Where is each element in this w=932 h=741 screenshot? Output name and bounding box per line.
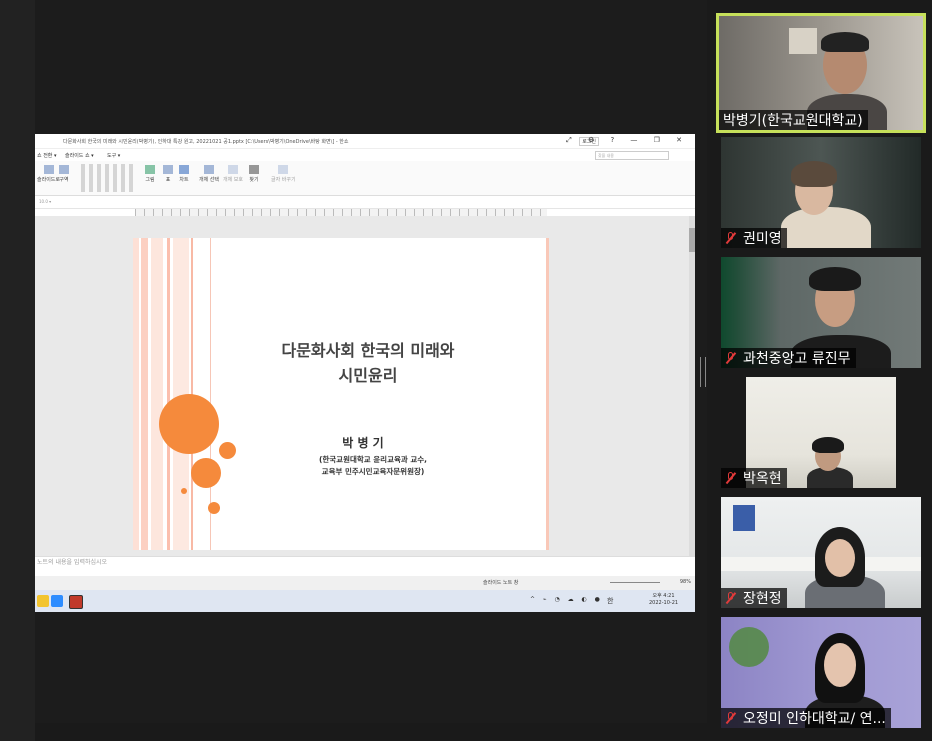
- table-icon: [163, 165, 173, 174]
- section-icon: [59, 165, 69, 174]
- decor-circle: [219, 442, 236, 459]
- plant: [729, 627, 769, 667]
- ribbon-table-button[interactable]: 표: [163, 165, 173, 183]
- title-bar: 다문화사회 한국의 미래와 시민윤리(박병기), 인하대 특강 원고, 2022…: [35, 134, 695, 149]
- ribbon: 슬라이드로 구역 그림 표 차트 개체 선택 개체 보호 찾기 글자 바꾸기: [35, 161, 695, 196]
- participant-name-tag: 박옥현: [721, 468, 787, 488]
- ribbon-replace-button[interactable]: 글자 바꾸기: [271, 165, 296, 183]
- menu-slideshow[interactable]: 슬라이드 쇼 ▾: [65, 152, 94, 159]
- current-slide[interactable]: 다문화사회 한국의 미래와 시민윤리 박 병 기 (한국교원대학교 윤리교육과 …: [133, 238, 549, 550]
- mic-muted-icon: [725, 592, 737, 604]
- vertical-scrollbar[interactable]: [689, 216, 695, 556]
- participant-tile[interactable]: 박병기(한국교원대학교): [716, 13, 926, 133]
- binoculars-icon: [249, 165, 259, 174]
- decor-stripe: [151, 238, 163, 550]
- panel-splitter[interactable]: [700, 357, 706, 387]
- taskbar-app-icon[interactable]: [37, 595, 49, 607]
- menu-bar: 쇼 전환 ▾ 슬라이드 쇼 ▾ 도구 ▾ 찾을 내용: [35, 149, 695, 161]
- wall-frame: [789, 28, 817, 54]
- slide-editor: 다문화사회 한국의 미래와 시민윤리 박 병 기 (한국교원대학교 윤리교육과 …: [35, 216, 695, 556]
- mic-muted-icon: [725, 712, 737, 724]
- slide-title: 다문화사회 한국의 미래와 시민윤리: [281, 341, 455, 385]
- ribbon-select-button[interactable]: 개체 선택: [199, 165, 219, 183]
- system-tray[interactable]: ^ ⌁ ◔ ☁ ◐ ●: [530, 596, 603, 603]
- zoom-slider[interactable]: [610, 582, 660, 583]
- zoom-level[interactable]: 98%: [680, 579, 691, 585]
- presenter-name: 박 병 기: [342, 436, 384, 450]
- participant-name-tag: 과천중앙고 류진무: [721, 348, 856, 368]
- mic-muted-icon: [725, 352, 737, 364]
- decor-circle: [208, 502, 220, 514]
- shapes-gallery[interactable]: [81, 164, 133, 192]
- ribbon-picture-button[interactable]: 그림: [145, 165, 155, 183]
- dark-edge: [896, 377, 921, 488]
- document-title: 다문화사회 한국의 미래와 시민윤리(박병기), 인하대 특강 원고, 2022…: [63, 139, 349, 145]
- notes-input[interactable]: 노트의 내용을 입력하십시오: [35, 556, 695, 577]
- format-bar[interactable]: 10.0 ▾: [35, 196, 695, 209]
- ribbon-slide-button[interactable]: 슬라이드로: [37, 165, 60, 183]
- mic-muted-icon: [725, 232, 737, 244]
- select-icon: [204, 165, 214, 174]
- scrollbar-thumb[interactable]: [689, 228, 695, 252]
- hanshow-app-icon[interactable]: [69, 595, 83, 609]
- search-input[interactable]: 찾을 내용: [595, 151, 669, 160]
- protect-icon: [228, 165, 238, 174]
- window-controls[interactable]: ⤢ ⚙ ? — ❐ ✕: [566, 136, 689, 145]
- decor-circle: [191, 458, 221, 488]
- menu-tools[interactable]: 도구 ▾: [107, 152, 120, 159]
- ribbon-chart-button[interactable]: 차트: [179, 165, 189, 183]
- participant-tile[interactable]: 권미영: [721, 137, 921, 248]
- zoom-app-icon[interactable]: [51, 595, 63, 607]
- decor-stripe: [167, 238, 170, 550]
- decor-stripe: [546, 238, 549, 550]
- participant-tile[interactable]: 오정미 인하대학교/ 연...: [721, 617, 921, 728]
- clock: 오후 4:21 2022-10-21: [649, 593, 679, 606]
- participant-name-tag: 장현정: [721, 588, 787, 608]
- chart-icon: [179, 165, 189, 174]
- left-strip: [0, 0, 35, 741]
- mic-muted-icon: [725, 472, 737, 484]
- ribbon-protect-button[interactable]: 개체 보호: [223, 165, 243, 183]
- participant-name-tag: 오정미 인하대학교/ 연...: [721, 708, 891, 728]
- participant-name-tag: 박병기(한국교원대학교): [719, 110, 868, 130]
- decor-circle: [181, 488, 187, 494]
- input-language[interactable]: 한: [607, 596, 613, 606]
- notes-view-toggle[interactable]: 슬라이드 노트 창: [483, 579, 518, 586]
- decor-stripe: [141, 238, 148, 550]
- picture-icon: [145, 165, 155, 174]
- wall-art: [733, 505, 755, 531]
- decor-stripe: [133, 238, 139, 550]
- replace-icon: [278, 165, 289, 174]
- status-bar: 슬라이드 노트 창 98%: [35, 576, 695, 590]
- participant-tile[interactable]: 장현정: [721, 497, 921, 608]
- decor-circle-large: [159, 394, 219, 454]
- participant-tile[interactable]: 과천중앙고 류진무: [721, 257, 921, 368]
- ribbon-section-button[interactable]: 구역: [59, 165, 69, 183]
- presenter-affiliation: (한국교원대학교 윤리교육과 교수, 교육부 민주시민교육자문위원장): [318, 455, 428, 476]
- taskbar: ^ ⌁ ◔ ☁ ◐ ● 한 오후 4:21 2022-10-21: [35, 590, 695, 612]
- ribbon-find-button[interactable]: 찾기: [249, 165, 259, 183]
- presentation-window: 다문화사회 한국의 미래와 시민윤리(박병기), 인하대 특강 원고, 2022…: [35, 134, 695, 612]
- slide-icon: [43, 165, 54, 174]
- menu-transition[interactable]: 쇼 전환 ▾: [37, 152, 57, 159]
- participant-tile[interactable]: 박옥현: [721, 377, 921, 488]
- participant-name-tag: 권미영: [721, 228, 787, 248]
